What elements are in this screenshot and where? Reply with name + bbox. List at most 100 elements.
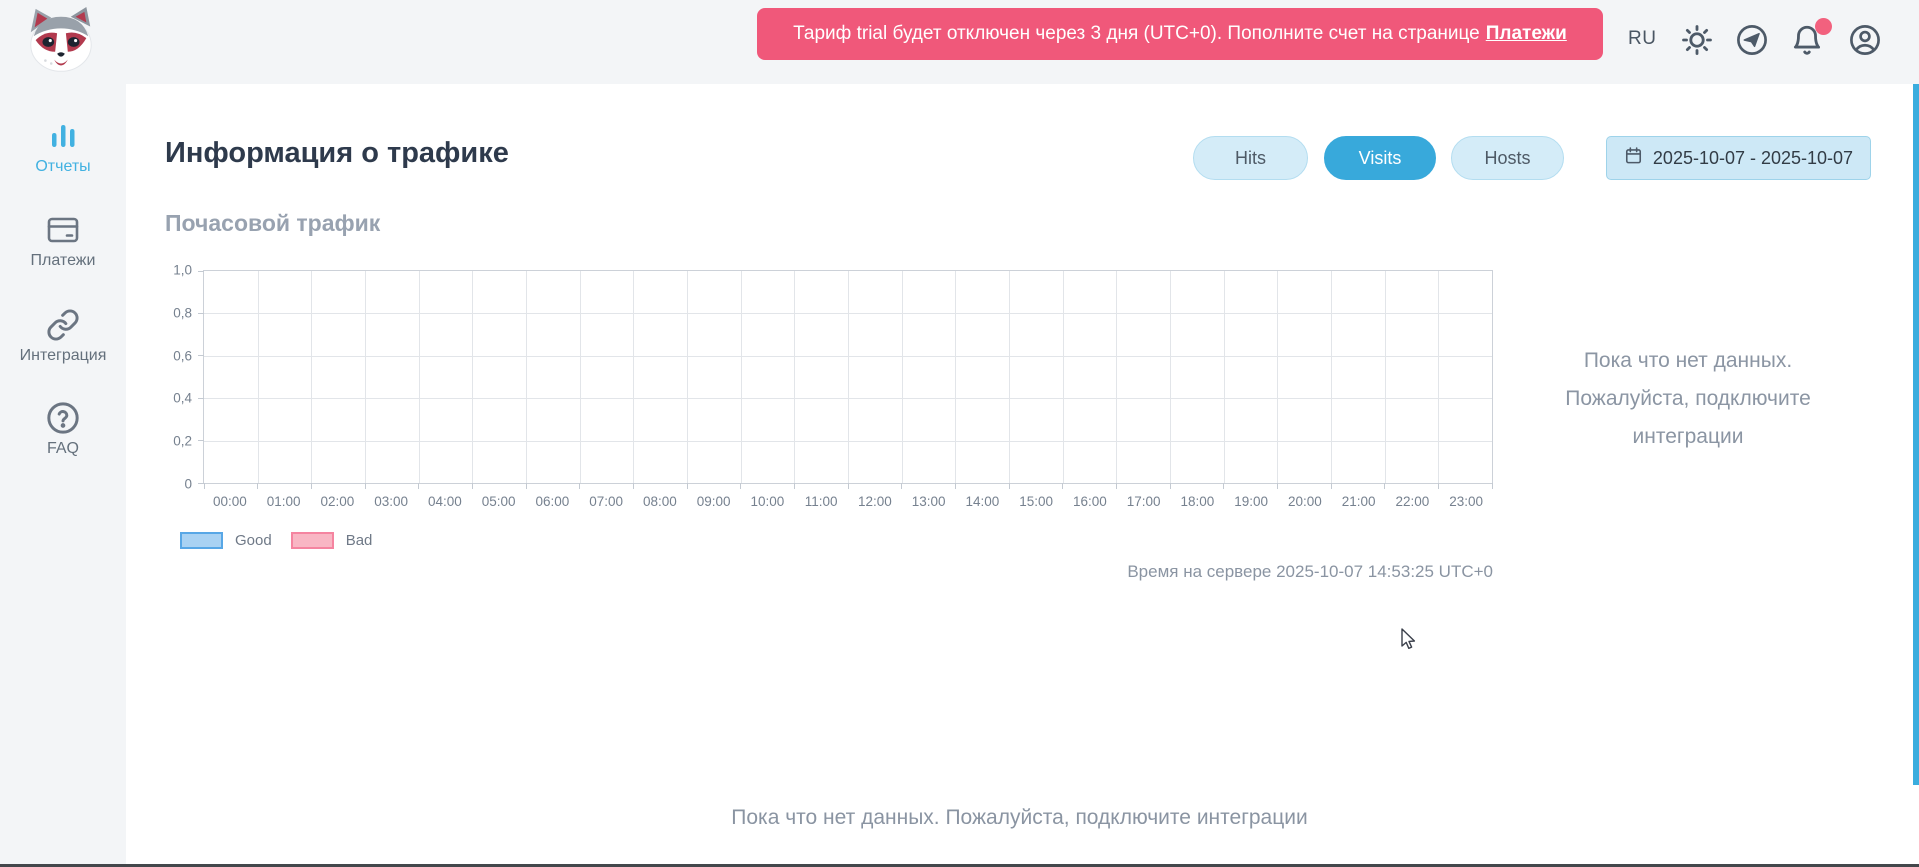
x-axis-tick (526, 483, 527, 489)
x-axis-label: 14:00 (965, 494, 999, 509)
y-axis-label: 0,2 (173, 434, 192, 449)
x-axis-label: 16:00 (1073, 494, 1107, 509)
server-time: Время на сервере 2025-10-07 14:53:25 UTC… (603, 562, 1493, 582)
grid-line-vertical (1170, 271, 1171, 483)
x-axis-label: 13:00 (912, 494, 946, 509)
grid-line-vertical (1063, 271, 1064, 483)
date-range-picker[interactable]: 2025-10-07 - 2025-10-07 (1606, 136, 1871, 180)
x-axis-tick (1170, 483, 1171, 489)
x-axis-tick (1009, 483, 1010, 489)
credit-card-icon (45, 213, 81, 247)
x-axis-tick (1223, 483, 1224, 489)
raccoon-logo[interactable] (22, 5, 100, 75)
grid-line-vertical (1116, 271, 1117, 483)
x-axis-label: 07:00 (589, 494, 623, 509)
sidebar: Отчеты Платежи Интеграция (0, 84, 126, 867)
x-axis-label: 23:00 (1449, 494, 1483, 509)
x-axis-tick (472, 483, 473, 489)
grid-line-vertical (687, 271, 688, 483)
grid-line-vertical (1277, 271, 1278, 483)
x-axis-tick (257, 483, 258, 489)
x-axis-tick (1062, 483, 1063, 489)
chart-title: Почасовой трафик (165, 210, 380, 237)
x-axis-label: 03:00 (374, 494, 408, 509)
tab-hits[interactable]: Hits (1193, 136, 1308, 180)
banner-payments-link[interactable]: Платежи (1486, 23, 1567, 45)
y-axis-tick (198, 313, 204, 314)
y-axis-tick (198, 398, 204, 399)
x-axis-tick (687, 483, 688, 489)
x-axis-tick (579, 483, 580, 489)
legend-swatch (291, 532, 334, 549)
grid-line-horizontal (204, 313, 1492, 314)
sidebar-item-faq[interactable]: FAQ (0, 401, 126, 467)
calendar-icon (1624, 146, 1643, 170)
x-axis-label: 02:00 (320, 494, 354, 509)
x-axis-label: 15:00 (1019, 494, 1053, 509)
question-icon (45, 401, 81, 435)
grid-line-vertical (1331, 271, 1332, 483)
sun-icon[interactable] (1680, 23, 1714, 57)
y-axis-tick (198, 271, 204, 272)
x-axis-label: 20:00 (1288, 494, 1322, 509)
x-axis-label: 10:00 (750, 494, 784, 509)
x-axis-label: 21:00 (1342, 494, 1376, 509)
sidebar-item-reports[interactable]: Отчеты (0, 119, 126, 185)
profile-icon[interactable] (1848, 23, 1882, 57)
x-axis-label: 05:00 (482, 494, 516, 509)
grid-line-vertical (472, 271, 473, 483)
x-axis-tick (740, 483, 741, 489)
y-axis-tick (198, 355, 204, 356)
legend-label: Bad (346, 532, 373, 549)
bar-chart-icon (45, 119, 81, 153)
sidebar-item-label: FAQ (47, 440, 79, 458)
x-axis-label: 11:00 (805, 494, 838, 509)
sidebar-item-integration[interactable]: Интеграция (0, 308, 126, 374)
y-axis-tick (198, 440, 204, 441)
x-axis-label: 06:00 (535, 494, 569, 509)
y-axis-label: 0,4 (173, 391, 192, 406)
sidebar-item-label: Отчеты (35, 158, 90, 176)
x-axis-label: 04:00 (428, 494, 462, 509)
legend-item-good: Good (180, 532, 272, 549)
x-axis-tick (1116, 483, 1117, 489)
tab-visits[interactable]: Visits (1324, 136, 1436, 180)
x-axis-label: 17:00 (1127, 494, 1161, 509)
grid-line-vertical (741, 271, 742, 483)
page-title: Информация о трафике (165, 137, 509, 170)
grid-line-vertical (633, 271, 634, 483)
telegram-icon[interactable] (1735, 23, 1769, 57)
sidebar-item-payments[interactable]: Платежи (0, 213, 126, 279)
x-axis-tick (633, 483, 634, 489)
y-axis-labels: 1,00,80,60,40,20 (134, 270, 192, 484)
x-axis-label: 08:00 (643, 494, 677, 509)
y-axis-tick (198, 483, 204, 484)
x-axis-tick (365, 483, 366, 489)
grid-line-vertical (258, 271, 259, 483)
empty-state-bottom: Пока что нет данных. Пожалуйста, подключ… (126, 806, 1913, 830)
grid-line-vertical (526, 271, 527, 483)
x-axis-label: 00:00 (213, 494, 247, 509)
x-axis-tick (204, 483, 205, 489)
x-axis-tick (311, 483, 312, 489)
x-axis-tick (418, 483, 419, 489)
tab-hosts[interactable]: Hosts (1451, 136, 1564, 180)
grid-line-vertical (902, 271, 903, 483)
grid-line-vertical (1385, 271, 1386, 483)
grid-line-vertical (311, 271, 312, 483)
x-axis-tick (1384, 483, 1385, 489)
vertical-scrollbar-thumb[interactable] (1913, 84, 1919, 785)
sidebar-item-label: Платежи (31, 252, 96, 270)
app-root: Тариф trial будет отключен через 3 дня (… (0, 0, 1919, 867)
language-switcher[interactable]: RU (1628, 28, 1656, 50)
legend-swatch (180, 532, 223, 549)
grid-line-vertical (365, 271, 366, 483)
legend-label: Good (235, 532, 272, 549)
chart-plot (203, 270, 1493, 484)
main-content: Информация о трафике Hits Visits Hosts 2… (126, 84, 1919, 867)
grid-line-horizontal (204, 441, 1492, 442)
notification-dot (1815, 18, 1832, 35)
empty-state-side: Пока что нет данных. Пожалуйста, подключ… (1538, 342, 1838, 456)
grid-line-vertical (1224, 271, 1225, 483)
grid-line-vertical (955, 271, 956, 483)
